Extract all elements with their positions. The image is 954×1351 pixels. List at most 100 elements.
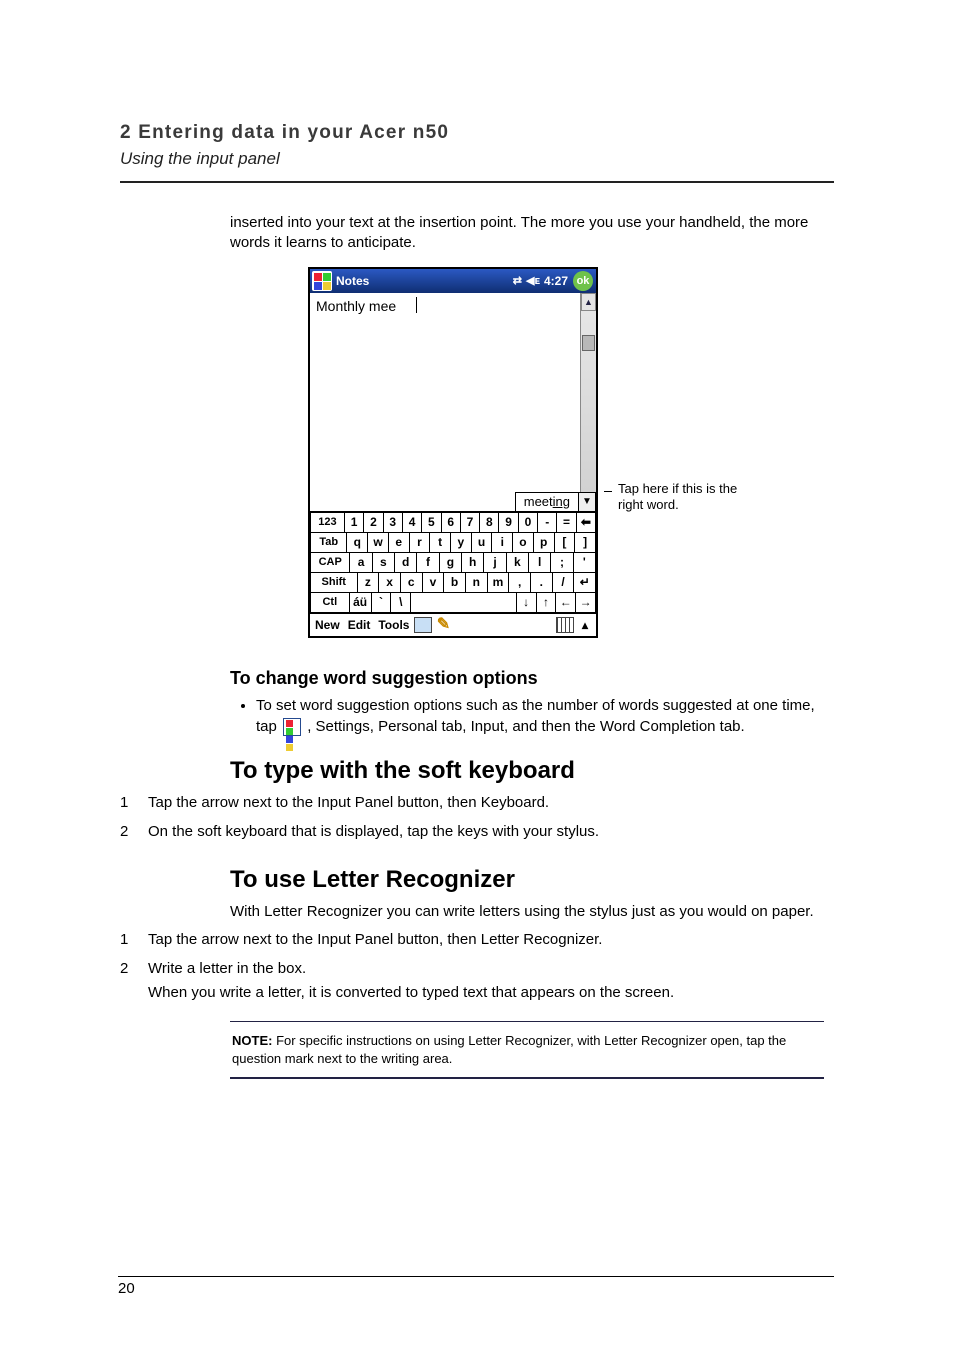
key-a[interactable]: a bbox=[350, 553, 372, 573]
key-backslash[interactable]: \ bbox=[391, 593, 411, 613]
key-w[interactable]: w bbox=[368, 533, 389, 553]
key-p[interactable]: p bbox=[534, 533, 555, 553]
key-rbracket[interactable]: ] bbox=[575, 533, 596, 553]
menu-new[interactable]: New bbox=[312, 617, 343, 633]
ok-button[interactable]: ok bbox=[573, 271, 593, 291]
key-q[interactable]: q bbox=[347, 533, 368, 553]
scrollbar[interactable]: ▲ ▼ bbox=[581, 293, 596, 511]
figure-annotation: Tap here if this is the right word. bbox=[618, 481, 753, 512]
start-icon-inline bbox=[283, 718, 301, 736]
scroll-up-icon[interactable]: ▲ bbox=[581, 293, 596, 311]
pda-title-text: Notes bbox=[336, 273, 369, 289]
key-comma[interactable]: , bbox=[509, 573, 531, 593]
letter-recognizer-intro: With Letter Recognizer you can write let… bbox=[230, 902, 824, 922]
scroll-thumb[interactable] bbox=[582, 335, 595, 351]
input-panel-icon[interactable] bbox=[556, 617, 574, 633]
key-lbracket[interactable]: [ bbox=[555, 533, 576, 553]
key-g[interactable]: g bbox=[440, 553, 462, 573]
menu-tools[interactable]: Tools bbox=[375, 617, 412, 633]
clock-text: 4:27 bbox=[544, 273, 568, 289]
key-k[interactable]: k bbox=[507, 553, 529, 573]
heading-letter-recognizer: To use Letter Recognizer bbox=[230, 864, 824, 896]
figure-notes-keyboard: Notes ⇄ ◀ᴇ 4:27 ok Monthly mee ▲ ▼ bbox=[230, 267, 824, 638]
key-1[interactable]: 1 bbox=[345, 513, 364, 533]
key-123[interactable]: 123 bbox=[310, 513, 345, 533]
key-ctl[interactable]: Ctl bbox=[310, 593, 350, 613]
pda-titlebar: Notes ⇄ ◀ᴇ 4:27 ok bbox=[310, 269, 596, 293]
key-space[interactable] bbox=[411, 593, 517, 613]
suggestion-prefix: meet bbox=[524, 493, 553, 511]
key-cap[interactable]: CAP bbox=[310, 553, 350, 573]
suggestion-dropdown[interactable]: ▼ bbox=[579, 492, 596, 512]
key-h[interactable]: h bbox=[462, 553, 484, 573]
key-j[interactable]: j bbox=[484, 553, 506, 573]
bullet-change-suggestion: To set word suggestion options such as t… bbox=[256, 696, 824, 737]
step-letter-2: 2 Write a letter in the box. When you wr… bbox=[230, 959, 824, 1008]
key-x[interactable]: x bbox=[379, 573, 401, 593]
key-semicolon[interactable]: ; bbox=[551, 553, 573, 573]
key-v[interactable]: v bbox=[423, 573, 445, 593]
key-5[interactable]: 5 bbox=[422, 513, 441, 533]
key-slash[interactable]: / bbox=[553, 573, 575, 593]
key-shift[interactable]: Shift bbox=[310, 573, 358, 593]
key-y[interactable]: y bbox=[451, 533, 472, 553]
key-enter[interactable]: ↵ bbox=[574, 573, 596, 593]
key-b[interactable]: b bbox=[444, 573, 466, 593]
key-6[interactable]: 6 bbox=[442, 513, 461, 533]
step-type-2: 2On the soft keyboard that is displayed,… bbox=[230, 822, 824, 846]
key-period[interactable]: . bbox=[531, 573, 553, 593]
key-4[interactable]: 4 bbox=[403, 513, 422, 533]
key-2[interactable]: 2 bbox=[364, 513, 383, 533]
key-0[interactable]: 0 bbox=[519, 513, 538, 533]
word-suggestion[interactable]: meeting bbox=[515, 492, 579, 512]
record-icon[interactable] bbox=[414, 617, 432, 633]
chapter-title: 2 Entering data in your Acer n50 bbox=[120, 120, 834, 146]
soft-keyboard: 123 1 2 3 4 5 6 7 8 9 0 - = ⬅ bbox=[310, 512, 596, 613]
key-8[interactable]: 8 bbox=[480, 513, 499, 533]
speaker-icon[interactable]: ◀ᴇ bbox=[526, 274, 540, 289]
connectivity-icon[interactable]: ⇄ bbox=[513, 274, 522, 289]
key-backtick[interactable]: ` bbox=[372, 593, 392, 613]
key-z[interactable]: z bbox=[358, 573, 380, 593]
key-quote[interactable]: ' bbox=[574, 553, 596, 573]
start-icon[interactable] bbox=[312, 271, 332, 291]
note-text-area[interactable]: Monthly mee bbox=[310, 293, 581, 511]
key-m[interactable]: m bbox=[488, 573, 510, 593]
key-right[interactable]: → bbox=[576, 593, 596, 613]
key-left[interactable]: ← bbox=[556, 593, 576, 613]
key-equals[interactable]: = bbox=[557, 513, 576, 533]
key-d[interactable]: d bbox=[395, 553, 417, 573]
note-text: For specific instructions on using Lette… bbox=[232, 1033, 786, 1066]
key-c[interactable]: c bbox=[401, 573, 423, 593]
intro-paragraph: inserted into your text at the insertion… bbox=[230, 213, 824, 254]
page-number: 20 bbox=[118, 1279, 135, 1299]
key-n[interactable]: n bbox=[466, 573, 488, 593]
key-tab[interactable]: Tab bbox=[310, 533, 347, 553]
suggestion-suffix: ing bbox=[553, 493, 570, 511]
annotation-leader-line bbox=[604, 491, 612, 492]
header-rule bbox=[120, 181, 834, 183]
note-box: NOTE: For specific instructions on using… bbox=[230, 1021, 824, 1079]
key-s[interactable]: s bbox=[373, 553, 395, 573]
key-u[interactable]: u bbox=[472, 533, 493, 553]
key-l[interactable]: l bbox=[529, 553, 551, 573]
key-e[interactable]: e bbox=[389, 533, 410, 553]
heading-change-suggestion: To change word suggestion options bbox=[230, 666, 824, 690]
key-accents[interactable]: áü bbox=[350, 593, 372, 613]
key-9[interactable]: 9 bbox=[499, 513, 518, 533]
menu-edit[interactable]: Edit bbox=[345, 617, 374, 633]
note-label: NOTE: bbox=[232, 1033, 272, 1048]
key-i[interactable]: i bbox=[492, 533, 513, 553]
key-7[interactable]: 7 bbox=[461, 513, 480, 533]
input-panel-arrow-icon[interactable]: ▴ bbox=[576, 617, 594, 633]
key-o[interactable]: o bbox=[513, 533, 534, 553]
key-3[interactable]: 3 bbox=[384, 513, 403, 533]
key-backspace[interactable]: ⬅ bbox=[577, 513, 596, 533]
key-up[interactable]: ↑ bbox=[537, 593, 557, 613]
key-down[interactable]: ↓ bbox=[517, 593, 537, 613]
key-f[interactable]: f bbox=[417, 553, 439, 573]
key-r[interactable]: r bbox=[410, 533, 431, 553]
key-dash[interactable]: - bbox=[538, 513, 557, 533]
pen-icon[interactable]: ✎ bbox=[434, 617, 452, 633]
key-t[interactable]: t bbox=[430, 533, 451, 553]
